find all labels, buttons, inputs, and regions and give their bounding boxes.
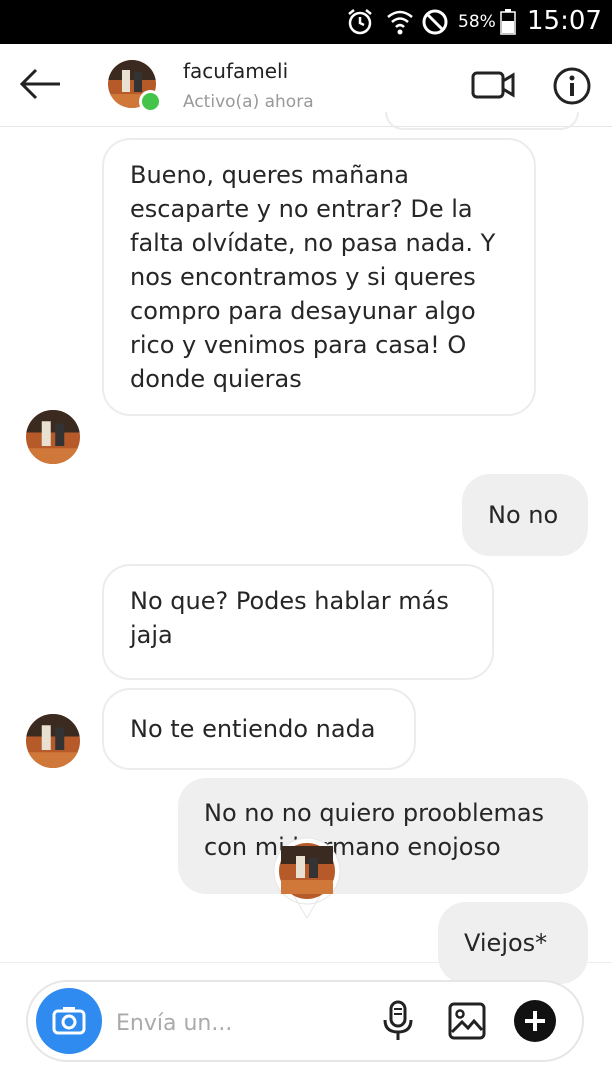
sender-avatar[interactable]: [26, 410, 80, 464]
online-indicator: [139, 90, 162, 113]
do-not-disturb-icon: [422, 9, 448, 35]
composer-divider: [0, 962, 612, 963]
battery-icon: [500, 9, 516, 35]
seen-avatar-marker: [273, 837, 341, 919]
back-arrow-icon[interactable]: [16, 64, 64, 104]
presence-status: Activo(a) ahora: [183, 92, 314, 112]
sent-message[interactable]: No no no quiero prooblemas con mi herman…: [178, 778, 588, 894]
gallery-icon[interactable]: [448, 1002, 486, 1040]
received-message[interactable]: No que? Podes hablar más jaja: [102, 564, 494, 680]
battery-percentage: 58%: [458, 12, 496, 32]
sent-message[interactable]: No no: [462, 474, 588, 556]
info-icon[interactable]: [552, 66, 592, 106]
sent-message[interactable]: Viejos*: [438, 902, 588, 984]
camera-button[interactable]: [36, 988, 102, 1054]
sender-avatar[interactable]: [26, 714, 80, 768]
alarm-icon: [348, 9, 372, 35]
received-message[interactable]: No te entiendo nada: [102, 688, 416, 770]
contact-username[interactable]: facufameli: [183, 59, 288, 83]
clock: 15:07: [527, 6, 602, 36]
video-call-icon[interactable]: [470, 68, 516, 102]
message-input[interactable]: [114, 1005, 368, 1041]
camera-icon: [52, 1007, 86, 1035]
previous-message-edge: [385, 112, 579, 130]
wifi-icon: [387, 10, 413, 35]
microphone-icon[interactable]: [382, 1000, 414, 1042]
status-bar: 58% 15:07: [0, 0, 612, 44]
plus-icon: [525, 1011, 545, 1031]
more-options-button[interactable]: [514, 1000, 556, 1042]
received-message[interactable]: Bueno, queres mañana escaparte y no entr…: [102, 138, 536, 416]
